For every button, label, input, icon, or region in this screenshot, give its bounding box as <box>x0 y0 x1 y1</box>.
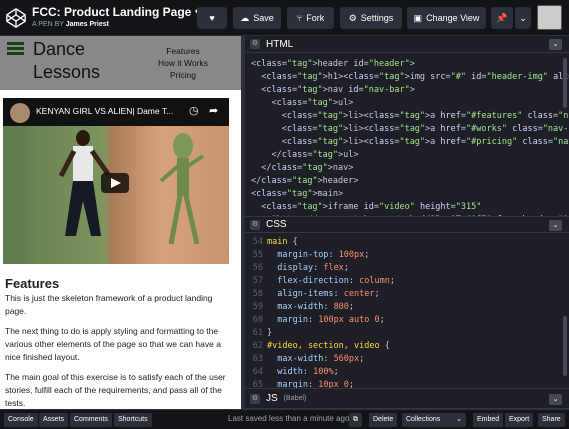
css-pane-header: ⚙ CSS ⌄ <box>245 216 569 233</box>
code-line: <class="tag">ul> <box>251 98 354 108</box>
features-paragraph: The next thing to do is apply styling an… <box>5 326 221 362</box>
editor-area: ⚙ HTML ⌄ <class="tag">header id="header"… <box>245 36 569 409</box>
code-line: 62 #video, section, video { <box>252 341 390 351</box>
css-label: CSS <box>266 219 287 230</box>
js-settings-icon[interactable]: ⚙ <box>250 393 260 404</box>
bottom-bar: Console Assets Comments Shortcuts Last s… <box>0 409 569 429</box>
user-avatar[interactable] <box>537 5 562 30</box>
preview-nav: Features How it Works Pricing <box>138 45 228 81</box>
open-external-button[interactable]: ⧉ <box>349 413 362 427</box>
pin-dropdown-button[interactable]: ⌄ <box>515 7 531 29</box>
share-arrow-icon[interactable]: ➦ <box>209 104 218 117</box>
save-button[interactable]: ☁ Save <box>233 7 281 29</box>
code-line: 64 width: 100%; <box>252 367 339 377</box>
share-button[interactable]: Share <box>538 413 565 427</box>
collections-button[interactable]: Collections ⌄ <box>402 413 466 427</box>
features-heading: Features <box>5 276 60 291</box>
code-line: 59 max-width: 800; <box>252 302 355 312</box>
html-pane-header: ⚙ HTML ⌄ <box>245 36 569 53</box>
preview-header: Dance Lessons Features How it Works Pric… <box>0 36 241 90</box>
code-line: </class="tag">header> <box>251 176 359 186</box>
css-collapse-button[interactable]: ⌄ <box>549 220 562 231</box>
assets-button[interactable]: Assets <box>39 413 69 427</box>
code-line: <class="tag">header id="header"> <box>251 59 415 69</box>
video-title[interactable]: KENYAN GIRL VS ALIEN| Dame T... <box>36 106 173 116</box>
pen-title[interactable]: FCC: Product Landing Page ✎ <box>32 5 202 19</box>
nav-link-features[interactable]: Features <box>138 45 228 57</box>
top-bar: FCC: Product Landing Page ✎ A PEN BY Jam… <box>0 0 569 36</box>
pin-icon: 📌 <box>496 12 508 23</box>
like-button[interactable]: ♥ <box>197 7 227 29</box>
code-line: 60 margin: 100px auto 0; <box>252 315 385 325</box>
js-collapse-button[interactable]: ⌄ <box>549 394 562 405</box>
html-editor[interactable]: <class="tag">header id="header"> <class=… <box>245 55 569 231</box>
codepen-logo-icon[interactable] <box>5 7 27 29</box>
code-line: </class="tag">ul> <box>251 150 359 160</box>
code-line: 55 margin-top: 100px; <box>252 250 370 260</box>
code-line: 61} <box>252 328 273 338</box>
embed-button[interactable]: Embed <box>473 413 504 427</box>
features-paragraph: This is just the skeleton framework of a… <box>5 293 213 316</box>
author-link[interactable]: James Priest <box>66 21 109 28</box>
code-line: 58 align-items: center; <box>252 289 380 299</box>
cloud-icon: ☁ <box>240 12 250 23</box>
settings-button[interactable]: ⚙ Settings <box>340 7 402 29</box>
layout-icon: ▣ <box>413 12 423 23</box>
youtube-video[interactable]: KENYAN GIRL VS ALIEN| Dame T... ◷ ➦ <box>3 98 229 264</box>
css-editor[interactable]: 54 main { 55 margin-top: 100px; 56 display:… <box>245 234 569 388</box>
change-view-button[interactable]: ▣ Change View <box>407 7 486 29</box>
code-line: </class="tag">nav> <box>251 163 354 173</box>
external-link-icon: ⧉ <box>353 416 358 423</box>
html-collapse-button[interactable]: ⌄ <box>549 39 562 50</box>
features-paragraph: The main goal of this exercise is to sat… <box>5 372 226 408</box>
fork-button[interactable]: ⑂ Fork <box>287 7 334 29</box>
code-line: <class="tag">nav id="nav-bar"> <box>251 85 415 95</box>
console-button[interactable]: Console <box>4 413 38 427</box>
video-thumbnail <box>3 126 229 264</box>
fork-icon: ⑂ <box>296 13 303 23</box>
js-pane-header: ⚙ JS (Babel) ⌄ <box>245 388 569 409</box>
comments-button[interactable]: Comments <box>70 413 112 427</box>
chevron-down-icon: ⌄ <box>456 416 462 423</box>
code-line: 57 flex-direction: column; <box>252 276 395 286</box>
html-label: HTML <box>266 38 294 50</box>
dancer-figure <box>58 130 111 236</box>
export-button[interactable]: Export <box>505 413 534 427</box>
result-preview: Dance Lessons Features How it Works Pric… <box>0 36 245 409</box>
code-line: <class="tag">h1><class="tag">img src="#"… <box>251 72 569 82</box>
code-line: 63 max-width: 560px; <box>252 354 365 364</box>
gear-icon: ⚙ <box>348 12 357 23</box>
pen-author: A PEN BY James Priest <box>32 21 109 28</box>
code-line: <class="tag">iframe id="video" height="3… <box>251 202 482 212</box>
html-settings-icon[interactable]: ⚙ <box>250 39 260 49</box>
html-scrollbar[interactable] <box>563 58 567 108</box>
pin-button[interactable]: 📌 <box>491 7 513 29</box>
features-section: Features This is just the skeleton frame… <box>5 277 235 409</box>
alien-figure <box>159 133 205 245</box>
js-label: JS <box>266 393 278 404</box>
css-scrollbar[interactable] <box>563 316 567 376</box>
code-line: 56 display: flex; <box>252 263 349 273</box>
code-line: 65 margin: 10px 0; <box>252 380 355 388</box>
code-line: 54 main { <box>252 237 298 247</box>
preview-logo-text: Dance Lessons <box>33 39 101 82</box>
nav-link-pricing[interactable]: Pricing <box>138 69 228 81</box>
play-button-icon[interactable] <box>101 173 129 193</box>
last-saved-text: Last saved less than a minute ago <box>228 414 350 423</box>
nav-link-how-it-works[interactable]: How it Works <box>138 57 228 69</box>
channel-avatar[interactable] <box>10 103 30 123</box>
delete-button[interactable]: Delete <box>369 413 398 427</box>
code-line: <class="tag">li><class="tag">a href="#fe… <box>251 111 569 121</box>
css-settings-icon[interactable]: ⚙ <box>250 219 260 230</box>
clock-icon[interactable]: ◷ <box>189 104 199 117</box>
code-line: <class="tag">main> <box>251 189 344 199</box>
hamburger-menu-icon[interactable] <box>7 42 24 56</box>
shortcuts-button[interactable]: Shortcuts <box>114 413 152 427</box>
chevron-down-icon: ⌄ <box>519 12 527 23</box>
heart-icon: ♥ <box>209 13 215 23</box>
code-line: <class="tag">li><class="tag">a href="#wo… <box>251 124 569 134</box>
js-preprocessor-label: (Babel) <box>283 395 307 402</box>
code-line: <class="tag">li><class="tag">a href="#pr… <box>251 137 569 147</box>
